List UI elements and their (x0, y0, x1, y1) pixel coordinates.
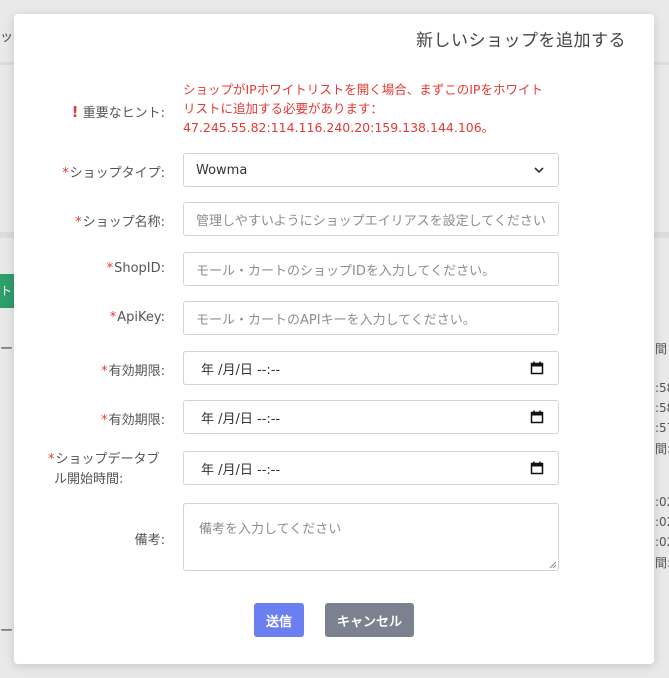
chevron-down-icon (534, 167, 544, 174)
expiry-value: 年 /月/日 --:-- (201, 362, 281, 378)
warning-icon: ! (71, 103, 79, 121)
hint-line: 47.245.55.82:114.116.240.20:159.138.144.… (183, 120, 495, 135)
shop-type-select[interactable]: Wowma (183, 153, 559, 187)
add-shop-dialog: 新しいショップを追加する ! 重要なヒント: ショップがIPホワイトリストを開く… (14, 14, 654, 664)
expiry-value: 年 /月/日 --:-- (201, 411, 281, 427)
shop-type-label: *ショップタイプ: (62, 166, 165, 181)
shop-id-input[interactable]: モール・カートのショップIDを入力してください。 (183, 252, 559, 286)
dialog-title: 新しいショップを追加する (416, 31, 626, 51)
expiry-datetime-input[interactable]: 年 /月/日 --:-- (183, 400, 559, 434)
calendar-icon[interactable] (530, 410, 544, 424)
hint-label: ! 重要なヒント: (72, 102, 165, 121)
shop-id-placeholder: モール・カートのショップIDを入力してください。 (196, 263, 496, 279)
shop-name-placeholder: 管理しやすいようにショップエイリアスを設定してください。 (196, 213, 546, 229)
table-start-label: *ショップデータブ ル開始時間: (48, 452, 160, 487)
bg-text-fragment: ッ (0, 30, 14, 45)
table-start-datetime-input[interactable]: 年 /月/日 --:-- (183, 451, 559, 485)
bg-cell: :58 (655, 401, 669, 415)
submit-button[interactable]: 送信 (254, 603, 304, 637)
resize-handle-icon[interactable] (549, 561, 557, 569)
hint-message: ショップがIPホワイトリストを開く場合、まずこのIPをホワイト リストに追加する… (183, 80, 568, 137)
bg-green-button: ト (0, 274, 14, 308)
api-key-placeholder: モール・カートのAPIキーを入力してください。 (196, 312, 476, 328)
remarks-textarea[interactable]: 備考を入力してください (183, 503, 559, 571)
shop-name-label: *ショップ名称: (75, 215, 165, 230)
hint-line: ショップがIPホワイトリストを開く場合、まずこのIPをホワイト (183, 82, 543, 97)
bg-cell: :57 (655, 421, 669, 435)
bg-cell: :02 (655, 515, 669, 529)
bg-text-fragment: ー (0, 624, 14, 639)
remarks-label: 備考: (134, 533, 165, 548)
expiry-label: *有効期限: (101, 413, 165, 428)
hint-label-text: 重要なヒント: (82, 106, 165, 121)
bg-cell: :02 (655, 495, 669, 509)
bg-cell: 間 (655, 342, 668, 356)
expiry-label: *有効期限: (101, 364, 165, 379)
expiry-datetime-input[interactable]: 年 /月/日 --:-- (183, 351, 559, 385)
bg-text-fragment: ー (0, 342, 14, 357)
api-key-label: *ApiKey: (109, 310, 165, 325)
hint-line: リストに追加する必要があります： (183, 101, 384, 116)
bg-cell: 間: (655, 556, 669, 570)
calendar-icon[interactable] (530, 461, 544, 475)
shop-type-value: Wowma (196, 162, 248, 178)
table-start-value: 年 /月/日 --:-- (201, 462, 281, 478)
cancel-button[interactable]: キャンセル (325, 603, 414, 637)
shop-id-label: *ShopID: (106, 261, 165, 276)
calendar-icon[interactable] (530, 361, 544, 375)
bg-cell: :02 (655, 535, 669, 549)
remarks-placeholder: 備考を入力してください (199, 522, 342, 537)
bg-cell: 間: (655, 442, 669, 456)
shop-name-input[interactable]: 管理しやすいようにショップエイリアスを設定してください。 (183, 202, 559, 236)
bg-cell: :58 (655, 381, 669, 395)
api-key-input[interactable]: モール・カートのAPIキーを入力してください。 (183, 301, 559, 335)
